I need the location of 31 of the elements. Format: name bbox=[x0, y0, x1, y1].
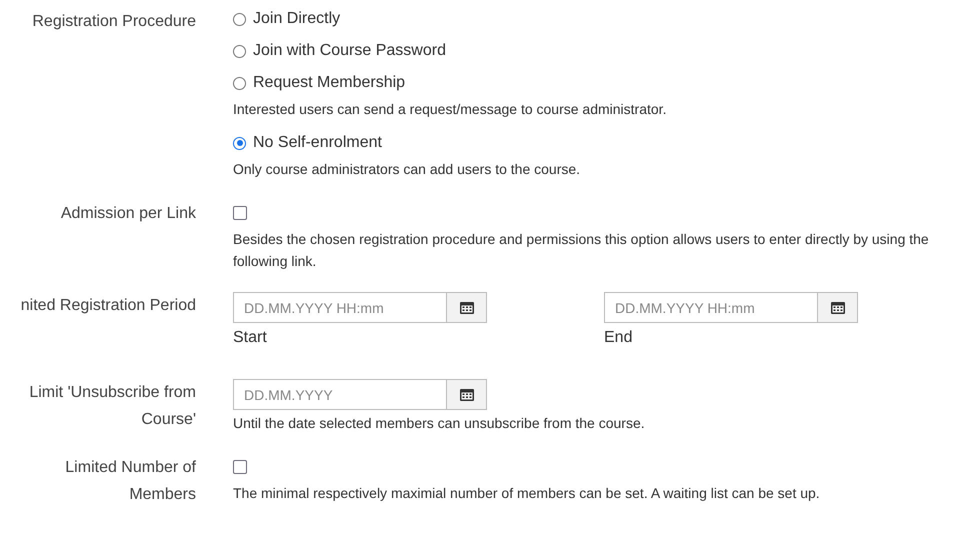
radio-icon[interactable] bbox=[233, 136, 246, 150]
calendar-icon bbox=[460, 388, 474, 401]
calendar-button[interactable] bbox=[447, 292, 487, 323]
help-text: Only course administrators can add users to the course. bbox=[233, 160, 582, 179]
calendar-button[interactable] bbox=[447, 379, 487, 410]
radio-option[interactable]: Join with Course Password bbox=[233, 40, 972, 62]
checkbox[interactable] bbox=[233, 206, 247, 220]
checkbox[interactable] bbox=[233, 460, 247, 474]
date-field[interactable]: DD.MM.YYYY HH:mm bbox=[233, 292, 447, 323]
radio-option[interactable]: Request Membership bbox=[233, 72, 972, 94]
radio-icon[interactable] bbox=[233, 12, 246, 26]
calendar-icon bbox=[460, 301, 474, 314]
help-text: Interested users can send a request/message to course administrator. bbox=[233, 100, 668, 119]
radio-option[interactable]: No Self-enrolment bbox=[233, 132, 972, 154]
field-label: Limited Number of Members bbox=[64, 458, 196, 505]
radio-option[interactable]: Join Directly bbox=[233, 8, 972, 30]
field-label: Limit 'Unsubscribe from Course' bbox=[28, 383, 196, 430]
field-caption: Start bbox=[233, 329, 268, 347]
date-field[interactable]: DD.MM.YYYY HH:mm bbox=[604, 292, 818, 323]
field-label: Admission per Link bbox=[60, 204, 196, 224]
field-label: nited Registration Period bbox=[20, 296, 196, 316]
radio-icon[interactable] bbox=[233, 44, 246, 58]
calendar-button[interactable] bbox=[818, 292, 858, 323]
help-text: Besides the chosen registration procedure and permissions this option allows users to enter directly by using the following link. bbox=[233, 230, 930, 271]
date-field[interactable]: DD.MM.YYYY bbox=[233, 379, 447, 410]
field-caption: End bbox=[604, 329, 634, 347]
calendar-icon bbox=[830, 301, 844, 314]
help-text: The minimal respectively maximial number of members can be set. A waiting list can be set up. bbox=[233, 484, 821, 503]
radio-icon[interactable] bbox=[233, 76, 246, 90]
field-label: Registration Procedure bbox=[31, 12, 196, 32]
help-text: Until the date selected members can unsubscribe from the course. bbox=[233, 414, 646, 433]
